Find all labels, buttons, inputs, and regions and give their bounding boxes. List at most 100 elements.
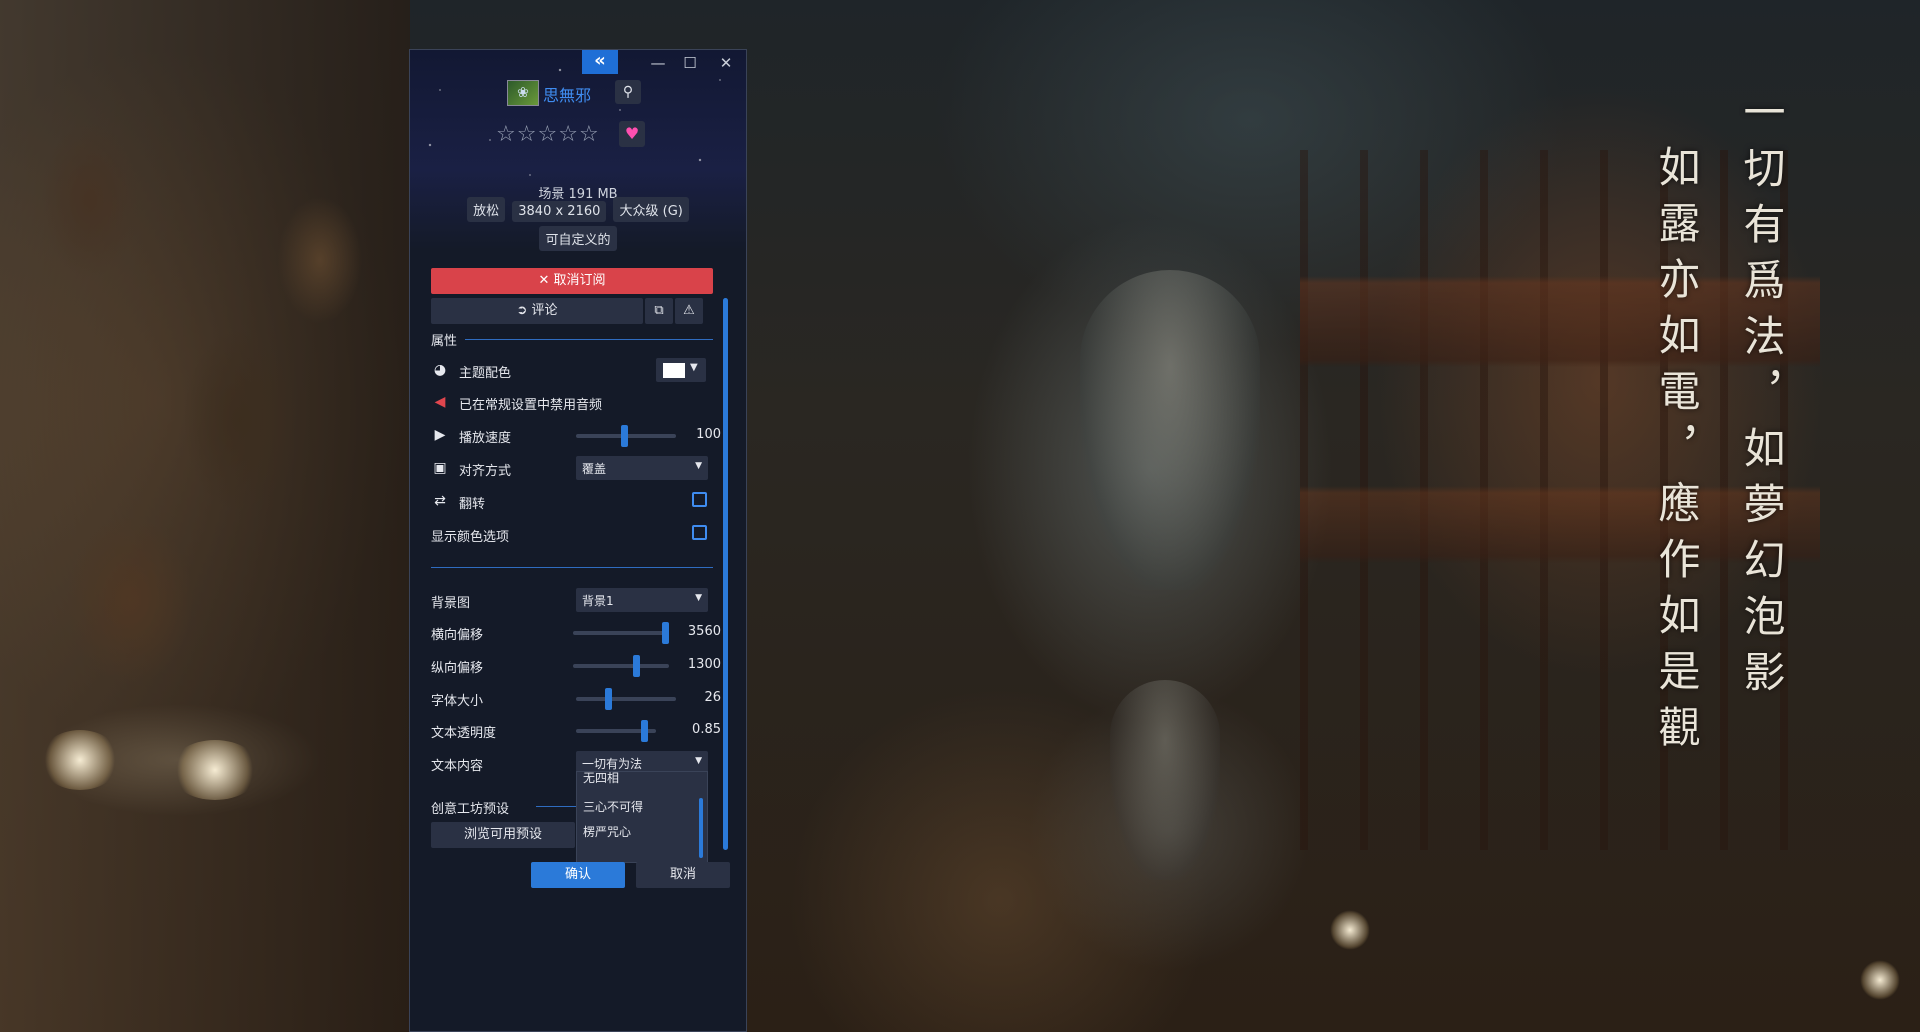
- text-content-label: 文本内容: [431, 759, 484, 774]
- swap-icon: ⇄: [434, 493, 446, 509]
- wallpaper-lamp: [1330, 910, 1370, 950]
- background-value: 背景1: [582, 594, 614, 608]
- h-offset-label: 横向偏移: [431, 628, 484, 643]
- audio-disabled-label: 已在常规设置中禁用音频: [459, 398, 603, 413]
- comment-label: 评论: [531, 303, 558, 318]
- flip-checkbox[interactable]: [692, 492, 707, 507]
- browse-presets-button[interactable]: 浏览可用预设: [431, 822, 575, 848]
- row-alignment: ▣ 对齐方式 覆盖 ▼: [431, 453, 721, 483]
- slider-handle[interactable]: [633, 655, 640, 677]
- wallpaper-poem-column-2: 如露亦如電，應作如是觀: [1652, 145, 1701, 761]
- row-font-size: 字体大小 26: [431, 683, 721, 713]
- wallpaper-settings-window: « — ☐ ✕ ❀ 思無邪 ⚲ ☆☆☆☆☆ ♥ 场景 191 MB 放松 384…: [409, 49, 747, 1032]
- palette-icon: ◕: [433, 362, 447, 378]
- dropdown-option[interactable]: 楞严咒心: [583, 823, 631, 840]
- image-icon: ▣: [433, 460, 447, 476]
- font-size-label: 字体大小: [431, 694, 484, 709]
- font-size-slider[interactable]: [576, 688, 676, 710]
- comment-button[interactable]: ➲ 评论: [431, 298, 643, 324]
- unsubscribe-button[interactable]: ✕ 取消订阅: [431, 268, 713, 294]
- maximize-icon[interactable]: ☐: [675, 52, 705, 74]
- playback-speed-value: 100: [696, 427, 721, 442]
- slider-handle[interactable]: [621, 425, 628, 447]
- theme-color-picker[interactable]: ▼: [656, 358, 706, 382]
- flip-label: 翻转: [459, 497, 486, 512]
- scrollbar-thumb[interactable]: [723, 298, 728, 850]
- v-offset-slider[interactable]: [573, 655, 669, 677]
- star-icon[interactable]: ☆: [558, 122, 579, 147]
- chevron-down-icon: ▼: [695, 461, 702, 471]
- workshop-preset-label: 创意工坊预设: [431, 802, 510, 817]
- text-content-dropdown-list: 无四相 三心不可得 楞严咒心: [576, 771, 708, 863]
- row-playback-speed: ▶ 播放速度 100: [431, 420, 721, 450]
- section-divider: [465, 339, 713, 340]
- wallpaper-lamp: [40, 730, 120, 790]
- chevron-down-icon: ▼: [690, 362, 698, 373]
- rating-stars: ☆☆☆☆☆: [496, 122, 600, 147]
- background-label: 背景图: [431, 596, 471, 611]
- star-icon[interactable]: ☆: [579, 122, 600, 147]
- heart-icon[interactable]: ♥: [619, 121, 645, 147]
- collapse-icon[interactable]: «: [582, 50, 618, 74]
- tag-customizable: 可自定义的: [539, 226, 617, 251]
- show-color-checkbox[interactable]: [692, 525, 707, 540]
- v-offset-label: 纵向偏移: [431, 661, 484, 676]
- section-divider: [431, 567, 713, 568]
- playback-speed-label: 播放速度: [459, 431, 512, 446]
- wallpaper-lamp: [1860, 960, 1900, 1000]
- wallpaper-scene: 一切有爲法，如夢幻泡影 如露亦如電，應作如是觀: [0, 0, 1920, 1032]
- wallpaper-title[interactable]: 思無邪: [543, 82, 591, 106]
- star-icon[interactable]: ☆: [517, 122, 538, 147]
- minimize-icon[interactable]: —: [643, 52, 673, 74]
- close-icon[interactable]: ✕: [711, 52, 741, 74]
- text-opacity-label: 文本透明度: [431, 726, 497, 741]
- dropdown-scrollbar[interactable]: [699, 798, 703, 858]
- copy-icon[interactable]: ⧉: [645, 298, 673, 324]
- star-icon[interactable]: ☆: [537, 122, 558, 147]
- row-background: 背景图 背景1 ▼: [431, 585, 721, 615]
- row-v-offset: 纵向偏移 1300: [431, 650, 721, 680]
- wallpaper-carved-wood: [0, 0, 410, 1032]
- row-h-offset: 横向偏移 3560: [431, 617, 721, 647]
- theme-color-swatch: [663, 363, 685, 378]
- h-offset-slider[interactable]: [573, 622, 669, 644]
- dropdown-option[interactable]: 无四相: [583, 772, 619, 786]
- search-icon[interactable]: ⚲: [615, 80, 641, 104]
- slider-handle[interactable]: [605, 688, 612, 710]
- chevron-down-icon: ▼: [695, 593, 702, 603]
- chevron-down-icon: ▼: [695, 756, 702, 766]
- text-opacity-value: 0.85: [692, 722, 721, 737]
- steam-icon: ➲: [516, 303, 528, 318]
- h-offset-value: 3560: [687, 624, 721, 639]
- row-audio-disabled: ◀ 已在常规设置中禁用音频: [431, 387, 721, 417]
- v-offset-value: 1300: [687, 657, 721, 672]
- alignment-select[interactable]: 覆盖 ▼: [576, 456, 708, 480]
- confirm-button[interactable]: 确认: [531, 862, 625, 888]
- tag-rating: 大众级 (G): [613, 197, 689, 222]
- warning-icon[interactable]: ⚠: [675, 298, 703, 324]
- scrollbar[interactable]: [723, 298, 728, 850]
- text-opacity-slider[interactable]: [576, 720, 656, 742]
- cancel-button[interactable]: 取消: [636, 862, 730, 888]
- wallpaper-lamp: [170, 740, 260, 800]
- slider-handle[interactable]: [662, 622, 669, 644]
- background-select[interactable]: 背景1 ▼: [576, 588, 708, 612]
- section-title-properties: 属性: [431, 334, 458, 349]
- text-content-value: 一切有为法: [582, 757, 643, 771]
- playback-speed-slider[interactable]: [576, 425, 676, 447]
- star-icon[interactable]: ☆: [496, 122, 517, 147]
- wallpaper-poem-column-1: 一切有爲法，如夢幻泡影: [1737, 90, 1786, 706]
- slider-handle[interactable]: [641, 720, 648, 742]
- speaker-muted-icon: ◀: [434, 394, 446, 410]
- play-icon: ▶: [434, 427, 446, 443]
- alignment-value: 覆盖: [582, 462, 607, 476]
- wallpaper-thumbnail: ❀: [507, 80, 539, 106]
- wallpaper-monk-statue: [1110, 680, 1220, 880]
- show-color-label: 显示颜色选项: [431, 530, 510, 545]
- wallpaper-bodhisattva-statue: [1080, 270, 1260, 590]
- tag-row-2: 可自定义的: [410, 226, 746, 251]
- font-size-value: 26: [704, 690, 721, 705]
- theme-color-label: 主题配色: [459, 366, 512, 381]
- row-theme-color: ◕ 主题配色 ▼: [431, 355, 721, 385]
- dropdown-option[interactable]: 三心不可得: [583, 798, 643, 815]
